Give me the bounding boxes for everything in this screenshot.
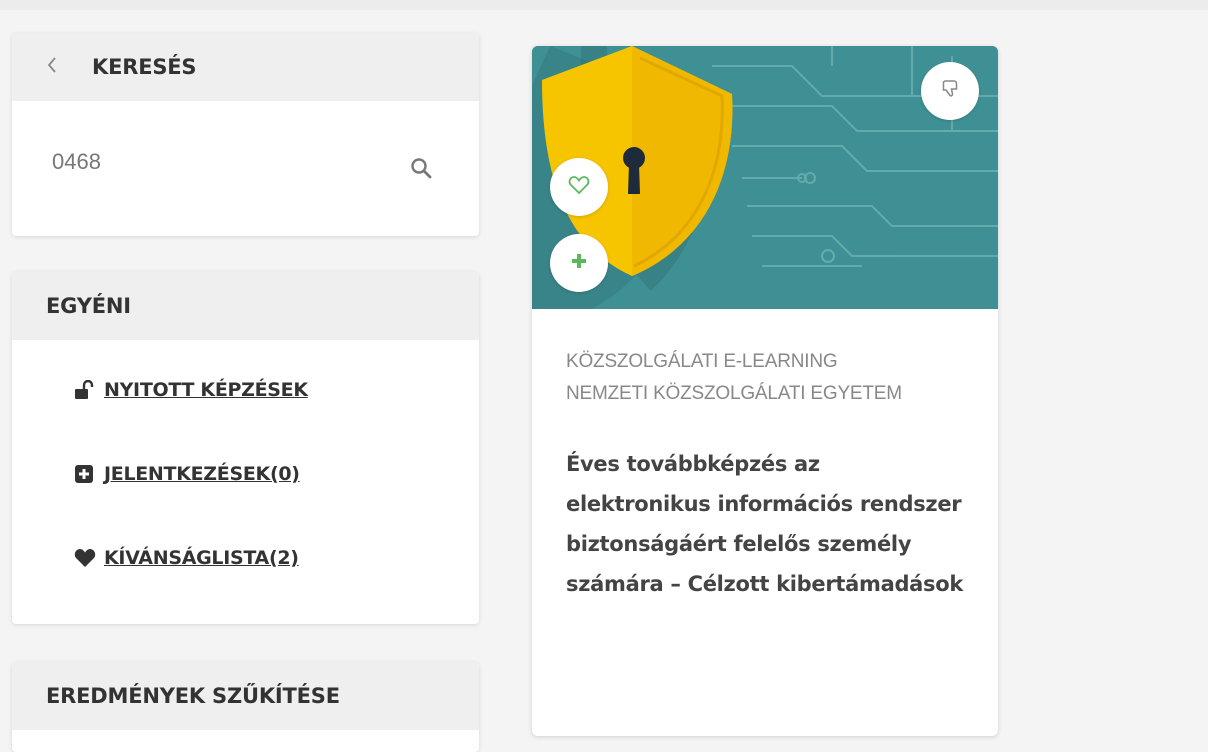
course-image [532, 46, 998, 309]
filter-panel: EREDMÉNYEK SZŰKÍTÉSE [12, 662, 479, 752]
open-courses-label: NYITOTT KÉPZÉSEK [104, 379, 308, 401]
filter-panel-header[interactable]: EREDMÉNYEK SZŰKÍTÉSE [12, 662, 479, 730]
course-category: KÖZSZOLGÁLATI E-LEARNING [566, 351, 838, 372]
dislike-button[interactable] [921, 62, 979, 120]
heart-outline-icon [568, 175, 590, 200]
plus-icon [570, 252, 588, 275]
course-title[interactable]: Éves továbbképzés az elektronikus inform… [566, 444, 966, 604]
personal-links: NYITOTT KÉPZÉSEK JELENTKEZÉSEK(0) KÍVÁNS… [12, 340, 479, 600]
open-courses-link[interactable]: NYITOTT KÉPZÉSEK [12, 348, 479, 432]
chevron-left-icon[interactable] [46, 55, 92, 79]
course-meta: KÖZSZOLGÁLATI E-LEARNING NEMZETI KÖZSZOL… [566, 346, 902, 410]
unlock-icon [74, 379, 96, 400]
heart-icon [74, 548, 96, 568]
search-panel-header: KERESÉS [12, 33, 479, 101]
plus-square-icon [74, 464, 96, 484]
registrations-link[interactable]: JELENTKEZÉSEK(0) [12, 432, 479, 516]
thumbs-down-icon [941, 79, 959, 104]
search-panel: KERESÉS [12, 33, 479, 236]
search-icon[interactable] [410, 157, 432, 179]
personal-panel-title: EGYÉNI [46, 294, 131, 318]
top-strip [0, 0, 1208, 10]
personal-panel-header: EGYÉNI [12, 272, 479, 340]
wishlist-button[interactable] [550, 158, 608, 216]
search-row [12, 101, 479, 236]
wishlist-label: KÍVÁNSÁGLISTA(2) [104, 547, 299, 569]
search-input[interactable] [52, 149, 352, 175]
search-panel-title: KERESÉS [92, 55, 197, 79]
enroll-button[interactable] [550, 234, 608, 292]
course-card[interactable]: KÖZSZOLGÁLATI E-LEARNING NEMZETI KÖZSZOL… [532, 46, 998, 736]
filter-panel-title: EREDMÉNYEK SZŰKÍTÉSE [46, 684, 340, 708]
registrations-label: JELENTKEZÉSEK(0) [104, 463, 300, 485]
wishlist-link[interactable]: KÍVÁNSÁGLISTA(2) [12, 516, 479, 600]
course-provider: NEMZETI KÖZSZOLGÁLATI EGYETEM [566, 383, 902, 404]
personal-panel: EGYÉNI NYITOTT KÉPZÉSEK JELENTKEZÉSEK(0)… [12, 272, 479, 624]
